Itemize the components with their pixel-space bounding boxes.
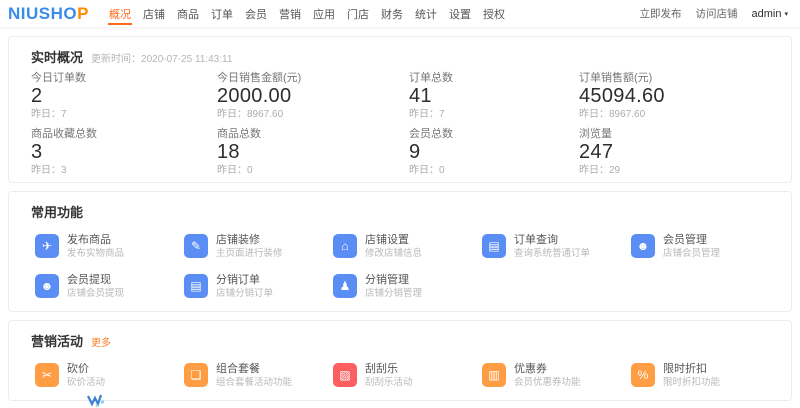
feature-distribution-order[interactable]: ▤ 分销订单 店铺分销订单 — [184, 274, 333, 299]
nav-item-财务[interactable]: 财务 — [375, 0, 409, 27]
feature-scratch-card[interactable]: ▨ 刮刮乐 刮刮乐活动 — [333, 363, 482, 388]
top-navbar: NIUSHOP 概况店铺商品订单会员营销应用门店财务统计设置授权 立即发布 访问… — [0, 0, 800, 28]
nav-item-概况[interactable]: 概况 — [103, 0, 137, 27]
logo-text-main: NIUSHO — [8, 4, 77, 23]
nav-item-设置[interactable]: 设置 — [443, 0, 477, 27]
marketing-activities-section: 营销活动 更多 ✂ 砍价 砍价活动 ❏ 组合套餐 组合套餐活动功能 ▨ 刮刮乐 … — [8, 320, 792, 401]
update-time: 更新时间：2020-07-25 11:43:11 — [91, 50, 232, 65]
section-title-marketing: 营销活动 — [31, 331, 83, 350]
visit-shop-link[interactable]: 访问店铺 — [696, 6, 738, 21]
coupon-icon: ▥ — [482, 363, 506, 387]
feature-bargain[interactable]: ✂ 砍价 砍价活动 — [35, 363, 184, 388]
stat-cell: 浏览量 247 昨日：29 — [579, 128, 771, 176]
nav-item-门店[interactable]: 门店 — [341, 0, 375, 27]
time-discount-icon: % — [631, 363, 655, 387]
section-title-overview: 实时概况 — [31, 47, 83, 66]
niushop-logo[interactable]: NIUSHOP — [8, 4, 89, 24]
chevron-down-icon: ▾ — [784, 10, 788, 18]
watermark-glyph — [86, 394, 106, 408]
bargain-icon: ✂ — [35, 363, 59, 387]
common-functions-section: 常用功能 ✈ 发布商品 发布实物商品 ✎ 店铺装修 主页面进行装修 ⌂ 店铺设置… — [8, 191, 792, 312]
scratch-card-icon: ▨ — [333, 363, 357, 387]
realtime-overview-section: 实时概况 更新时间：2020-07-25 11:43:11 今日订单数 2 昨日… — [8, 36, 792, 183]
stats-grid: 今日订单数 2 昨日：7 今日销售金额(元) 2000.00 昨日：8967.6… — [31, 72, 771, 176]
shop-settings-icon: ⌂ — [333, 234, 357, 258]
feature-coupon[interactable]: ▥ 优惠券 会员优惠券功能 — [482, 363, 631, 388]
nav-item-授权[interactable]: 授权 — [477, 0, 511, 27]
header-actions: 立即发布 访问店铺 admin ▾ — [640, 6, 788, 21]
member-manage-icon: ☻ — [631, 234, 655, 258]
marketing-grid: ✂ 砍价 砍价活动 ❏ 组合套餐 组合套餐活动功能 ▨ 刮刮乐 刮刮乐活动 ▥ … — [31, 363, 771, 388]
marketing-more-link[interactable]: 更多 — [91, 334, 111, 349]
nav-item-营销[interactable]: 营销 — [273, 0, 307, 27]
nav-item-商品[interactable]: 商品 — [171, 0, 205, 27]
distribution-manage-icon: ♟ — [333, 274, 357, 298]
distribution-order-icon: ▤ — [184, 274, 208, 298]
feature-distribution-manage[interactable]: ♟ 分销管理 店铺分销管理 — [333, 274, 482, 299]
nav-item-店铺[interactable]: 店铺 — [137, 0, 171, 27]
shop-decorate-icon: ✎ — [184, 234, 208, 258]
nav-item-应用[interactable]: 应用 — [307, 0, 341, 27]
feature-shop-settings[interactable]: ⌂ 店铺设置 修改店铺信息 — [333, 234, 482, 259]
feature-shop-decorate[interactable]: ✎ 店铺装修 主页面进行装修 — [184, 234, 333, 259]
nav-item-会员[interactable]: 会员 — [239, 0, 273, 27]
nav-item-订单[interactable]: 订单 — [205, 0, 239, 27]
stat-cell: 今日订单数 2 昨日：7 — [31, 72, 217, 120]
feature-member-manage[interactable]: ☻ 会员管理 店铺会员管理 — [631, 234, 780, 259]
publish-goods-icon: ✈ — [35, 234, 59, 258]
order-query-icon: ▤ — [482, 234, 506, 258]
nav-item-统计[interactable]: 统计 — [409, 0, 443, 27]
combo-package-icon: ❏ — [184, 363, 208, 387]
section-title-common-functions: 常用功能 — [31, 202, 83, 221]
member-withdraw-icon: ☻ — [35, 274, 59, 298]
stat-cell: 订单销售额(元) 45094.60 昨日：8967.60 — [579, 72, 771, 120]
feature-time-discount[interactable]: % 限时折扣 限时折扣功能 — [631, 363, 780, 388]
publish-now-link[interactable]: 立即发布 — [640, 6, 682, 21]
feature-order-query[interactable]: ▤ 订单查询 查询系统普通订单 — [482, 234, 631, 259]
username: admin — [752, 8, 782, 20]
stat-cell: 订单总数 41 昨日：7 — [409, 72, 579, 120]
stat-cell: 会员总数 9 昨日：0 — [409, 128, 579, 176]
stat-cell: 今日销售金额(元) 2000.00 昨日：8967.60 — [217, 72, 409, 120]
feature-combo-package[interactable]: ❏ 组合套餐 组合套餐活动功能 — [184, 363, 333, 388]
feature-publish-goods[interactable]: ✈ 发布商品 发布实物商品 — [35, 234, 184, 259]
stat-cell: 商品总数 18 昨日：0 — [217, 128, 409, 176]
feature-member-withdraw[interactable]: ☻ 会员提现 店铺会员提现 — [35, 274, 184, 299]
logo-text-accent: P — [77, 4, 89, 23]
user-menu[interactable]: admin ▾ — [752, 8, 788, 20]
main-nav: 概况店铺商品订单会员营销应用门店财务统计设置授权 — [103, 0, 511, 27]
common-functions-grid: ✈ 发布商品 发布实物商品 ✎ 店铺装修 主页面进行装修 ⌂ 店铺设置 修改店铺… — [31, 234, 771, 299]
stat-cell: 商品收藏总数 3 昨日：3 — [31, 128, 217, 176]
